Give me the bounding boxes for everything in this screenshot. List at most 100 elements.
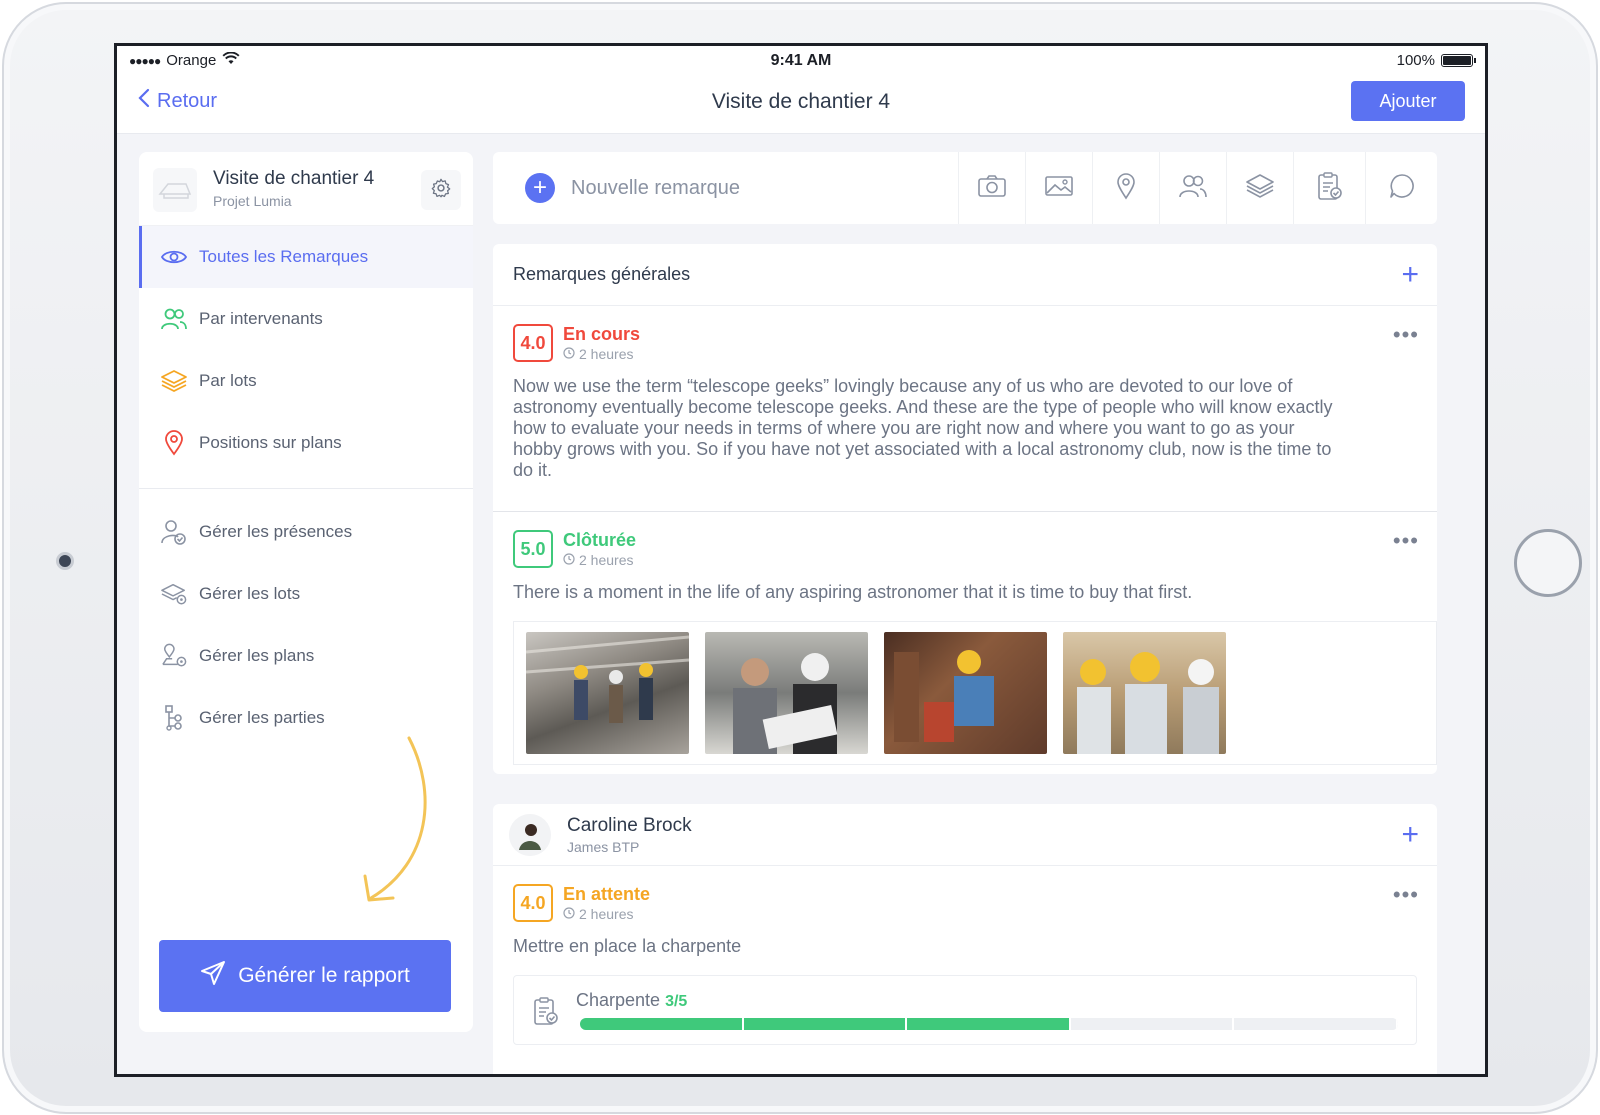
time-label: 2 heures bbox=[579, 906, 634, 922]
lot-label: Charpente 3/5 bbox=[576, 990, 687, 1011]
progress-segment bbox=[1234, 1018, 1398, 1030]
more-options-button[interactable]: ••• bbox=[1393, 530, 1419, 552]
photo-thumbnail[interactable] bbox=[1063, 632, 1226, 754]
more-options-button[interactable]: ••• bbox=[1393, 884, 1419, 906]
page-title: Visite de chantier 4 bbox=[711, 90, 891, 113]
remark-item[interactable]: 4.0 En attente 2 heures ••• Mettre en pl… bbox=[493, 866, 1437, 1065]
card-header: Remarques générales + bbox=[493, 244, 1437, 306]
map-pin-icon bbox=[161, 430, 187, 456]
remark-time: 2 heures bbox=[563, 906, 633, 922]
photo-thumbnail[interactable] bbox=[705, 632, 868, 754]
tree-icon bbox=[161, 705, 187, 731]
photo-thumbnail[interactable] bbox=[526, 632, 689, 754]
stakeholder-header: Caroline Brock James BTP + bbox=[493, 804, 1437, 866]
project-title: Visite de chantier 4 bbox=[213, 168, 375, 189]
eye-icon bbox=[161, 244, 187, 270]
add-remark-button[interactable]: + bbox=[1401, 820, 1419, 850]
sidebar-item-label: Toutes les Remarques bbox=[199, 247, 369, 266]
general-remarks-card: Remarques générales + 4.0 En cours 2 heu… bbox=[493, 244, 1437, 774]
send-icon bbox=[200, 960, 226, 992]
progress-segment bbox=[743, 1018, 908, 1030]
sidebar-item-by-lots[interactable]: Par lots bbox=[139, 350, 473, 412]
section-title: Remarques générales bbox=[513, 264, 691, 284]
sidebar-item-label: Gérer les lots bbox=[199, 584, 301, 603]
sidebar-item-all-remarks[interactable]: Toutes les Remarques bbox=[139, 226, 473, 288]
add-button[interactable]: Ajouter bbox=[1351, 81, 1465, 121]
checklist-button[interactable] bbox=[1293, 152, 1365, 224]
status-bar: ●●●●● Orange 9:41 AM 100% bbox=[117, 46, 1485, 76]
camera-icon bbox=[977, 174, 1007, 203]
users-icon bbox=[161, 306, 187, 332]
sidebar-item-label: Gérer les présences bbox=[199, 522, 353, 541]
comment-icon bbox=[1388, 172, 1416, 205]
sidebar-item-manage-attendance[interactable]: Gérer les présences bbox=[139, 501, 473, 563]
stakeholder-card: Caroline Brock James BTP + 4.0 En attent… bbox=[493, 804, 1437, 1074]
hint-arrow-icon bbox=[363, 736, 427, 902]
camera-button[interactable] bbox=[958, 152, 1025, 224]
people-button[interactable] bbox=[1159, 152, 1226, 224]
remark-text: Now we use the term “telescope geeks” lo… bbox=[513, 376, 1333, 480]
layers-icon bbox=[1245, 173, 1275, 204]
remark-item[interactable]: 5.0 Clôturée 2 heures ••• There is a mom… bbox=[493, 512, 1437, 774]
image-icon bbox=[1044, 175, 1074, 202]
sidebar-item-label: Gérer les parties bbox=[199, 708, 325, 727]
status-label: Clôturée bbox=[563, 530, 637, 550]
sidebar-divider bbox=[139, 488, 473, 489]
photo-thumbnail[interactable] bbox=[884, 632, 1047, 754]
front-camera bbox=[56, 552, 74, 570]
sidebar: Visite de chantier 4 Projet Lumia Toutes… bbox=[139, 152, 473, 1032]
time-label: 2 heures bbox=[579, 346, 634, 362]
remark-time: 2 heures bbox=[563, 552, 633, 568]
home-button[interactable] bbox=[1514, 529, 1582, 597]
stakeholder-company: James BTP bbox=[567, 838, 640, 855]
new-remark-field[interactable]: + Nouvelle remarque bbox=[493, 152, 958, 224]
remark-text: Mettre en place la charpente bbox=[513, 936, 742, 956]
remark-item[interactable]: 4.0 En cours 2 heures ••• Now we use the… bbox=[493, 306, 1437, 512]
progress-segment bbox=[1070, 1018, 1235, 1030]
clock-icon bbox=[563, 906, 575, 922]
lot-progress-box[interactable]: Charpente 3/5 bbox=[513, 975, 1417, 1045]
generate-report-label: Générer le rapport bbox=[238, 964, 410, 987]
battery-percent: 100% bbox=[1396, 52, 1435, 69]
sidebar-item-manage-lots[interactable]: Gérer les lots bbox=[139, 563, 473, 625]
project-settings-button[interactable] bbox=[421, 170, 461, 210]
add-remark-button[interactable]: + bbox=[1401, 260, 1419, 290]
clipboard-check-icon bbox=[532, 996, 560, 1031]
comment-button[interactable] bbox=[1365, 152, 1437, 224]
location-button[interactable] bbox=[1092, 152, 1159, 224]
avatar bbox=[509, 813, 551, 856]
sidebar-item-plan-positions[interactable]: Positions sur plans bbox=[139, 412, 473, 474]
progress-segment bbox=[907, 1018, 1071, 1030]
gear-icon bbox=[430, 177, 452, 204]
image-button[interactable] bbox=[1025, 152, 1092, 224]
navigation-bar: Retour Visite de chantier 4 Ajouter bbox=[117, 76, 1485, 134]
plus-icon: + bbox=[525, 173, 555, 203]
sidebar-item-label: Positions sur plans bbox=[199, 433, 342, 452]
status-label: En cours bbox=[563, 324, 641, 344]
new-remark-placeholder: Nouvelle remarque bbox=[571, 176, 740, 199]
score-badge: 4.0 bbox=[513, 884, 553, 922]
project-subtitle: Projet Lumia bbox=[213, 193, 292, 209]
stakeholder-name: Caroline Brock bbox=[567, 814, 692, 836]
score-badge: 5.0 bbox=[513, 530, 553, 568]
time-label: 2 heures bbox=[579, 552, 634, 568]
layers-settings-icon bbox=[161, 581, 187, 607]
lot-name: Charpente bbox=[576, 990, 661, 1010]
sidebar-item-label: Gérer les plans bbox=[199, 646, 315, 665]
sidebar-item-by-stakeholders[interactable]: Par intervenants bbox=[139, 288, 473, 350]
people-icon bbox=[1179, 173, 1207, 204]
clock: 9:41 AM bbox=[770, 52, 832, 69]
status-label: En attente bbox=[563, 884, 651, 904]
more-options-button[interactable]: ••• bbox=[1393, 324, 1419, 346]
generate-report-button[interactable]: Générer le rapport bbox=[159, 940, 451, 1012]
user-check-icon bbox=[161, 519, 187, 545]
project-header: Visite de chantier 4 Projet Lumia bbox=[139, 152, 473, 226]
project-logo bbox=[153, 168, 197, 212]
photo-gallery bbox=[513, 621, 1437, 765]
clipboard-check-icon bbox=[1316, 171, 1344, 206]
score-badge: 4.0 bbox=[513, 324, 553, 362]
progress-segment bbox=[580, 1018, 744, 1030]
remark-toolbar: + Nouvelle remarque bbox=[493, 152, 1437, 224]
sidebar-item-manage-plans[interactable]: Gérer les plans bbox=[139, 625, 473, 687]
layers-button[interactable] bbox=[1226, 152, 1293, 224]
